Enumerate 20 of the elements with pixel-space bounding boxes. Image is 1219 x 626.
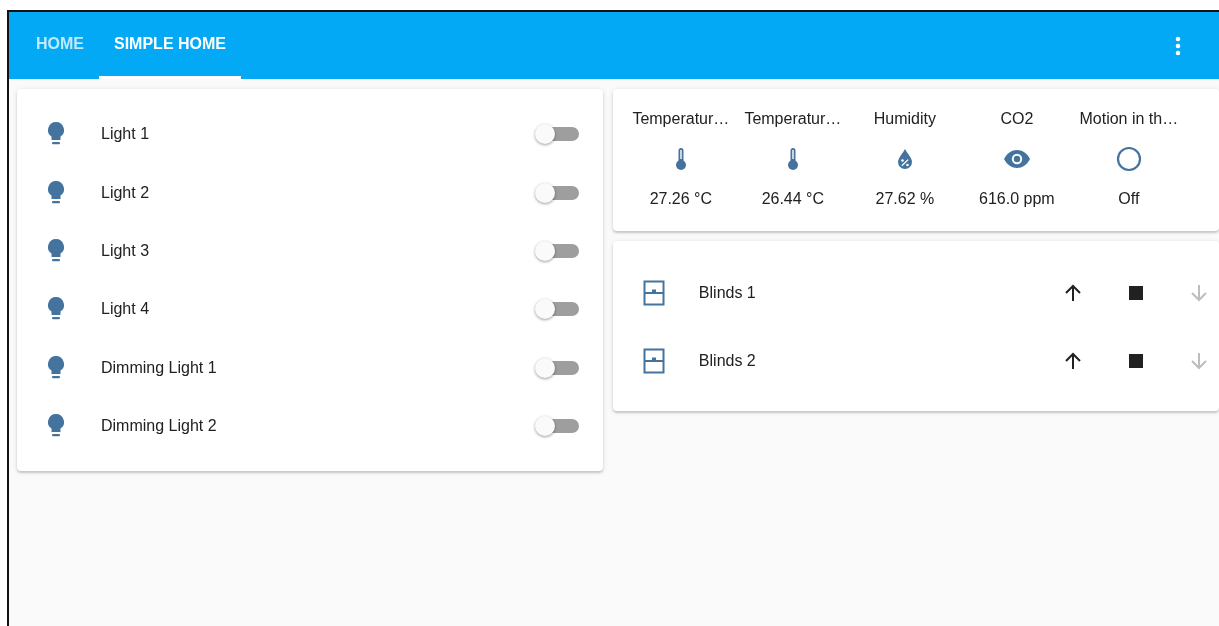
light-name: Light 2 bbox=[101, 182, 150, 203]
sensor-value: 27.62 % bbox=[875, 189, 935, 209]
sensor-label: Temperatur… bbox=[632, 109, 730, 129]
sensor-value: 27.26 °C bbox=[649, 189, 713, 209]
blind-name: Blinds 2 bbox=[698, 351, 756, 371]
sensor-label: Motion in th… bbox=[1079, 109, 1179, 129]
light-name: Dimming Light 1 bbox=[101, 357, 217, 378]
light-name: Light 1 bbox=[101, 124, 150, 145]
light-name: Light 3 bbox=[101, 240, 150, 261]
sensor-label: Temperatur… bbox=[744, 109, 842, 129]
blind-name: Blinds 1 bbox=[698, 283, 756, 303]
sensor-value: 616.0 ppm bbox=[979, 189, 1055, 209]
tab[interactable]: SIMPLE HOME bbox=[99, 12, 241, 79]
sensor-value: Off bbox=[1118, 189, 1140, 209]
light-name: Light 4 bbox=[101, 299, 150, 320]
sensor-label: CO2 bbox=[1000, 109, 1034, 129]
light-name: Dimming Light 2 bbox=[101, 416, 217, 437]
sensor-label: Humidity bbox=[873, 109, 936, 129]
tab[interactable]: HOME bbox=[21, 12, 99, 79]
sensor-value: 26.44 °C bbox=[761, 189, 825, 209]
